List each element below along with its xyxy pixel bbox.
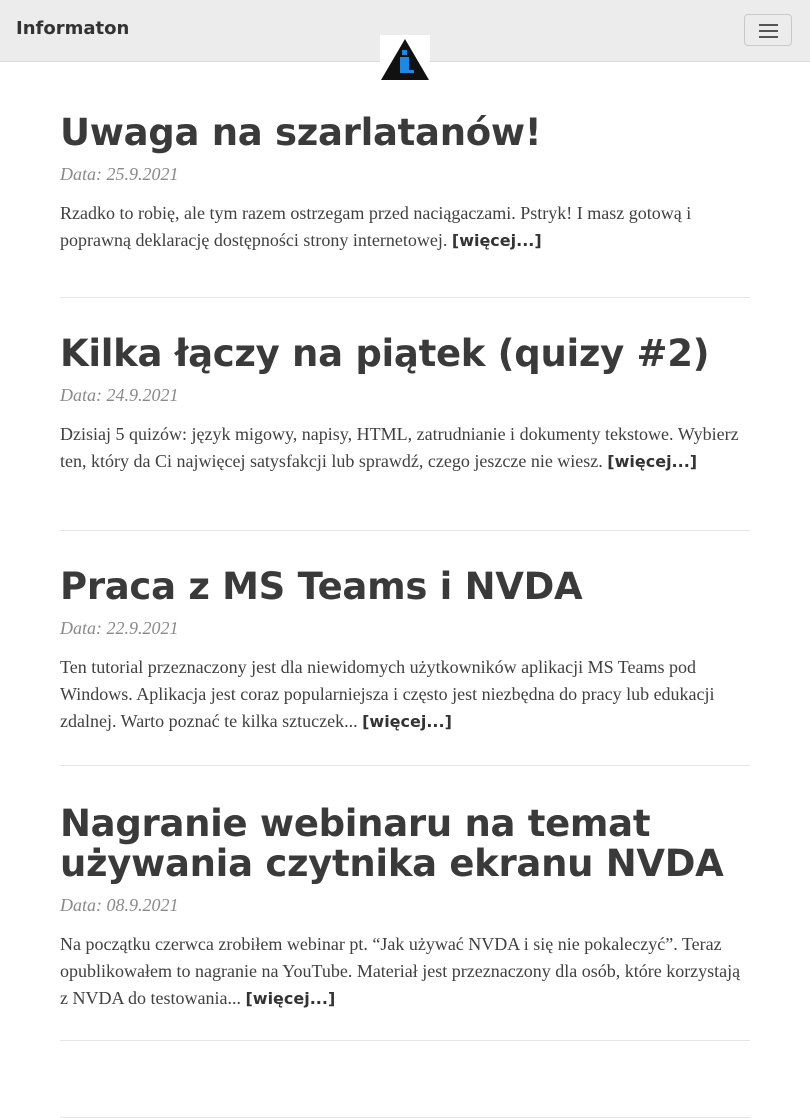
post-date: Data: 25.9.2021 <box>60 164 179 184</box>
menu-toggle-button[interactable] <box>744 14 792 46</box>
post-excerpt-container: Ten tutorial przeznaczony jest dla niewi… <box>60 654 750 735</box>
read-more-link[interactable]: [więcej...] <box>452 231 542 250</box>
read-more-link[interactable]: [więcej...] <box>362 712 452 731</box>
read-more-link[interactable]: [więcej...] <box>245 989 335 1008</box>
post-item: Uwaga na szarlatanów! Data: 25.9.2021 Rz… <box>60 105 750 298</box>
post-list: Uwaga na szarlatanów! Data: 25.9.2021 Rz… <box>60 105 750 1118</box>
post-title[interactable]: Praca z MS Teams i NVDA <box>60 567 750 607</box>
post-date: Data: 24.9.2021 <box>60 385 179 405</box>
post-item: Kilka łączy na piątek (quizy #2) Data: 2… <box>60 298 750 531</box>
site-logo[interactable] <box>380 35 430 81</box>
post-date: Data: 22.9.2021 <box>60 618 179 638</box>
post-item: Nagranie webinaru na temat używania czyt… <box>60 766 750 1041</box>
post-excerpt-container: Dzisiaj 5 quizów: język migowy, napisy, … <box>60 421 750 475</box>
info-triangle-logo-icon <box>381 39 429 80</box>
post-title[interactable]: Nagranie webinaru na temat używania czyt… <box>60 804 750 884</box>
post-title[interactable]: Kilka łączy na piątek (quizy #2) <box>60 334 750 374</box>
post-excerpt-container: Rzadko to robię, ale tym razem ostrzegam… <box>60 200 750 254</box>
post-item: Praca z MS Teams i NVDA Data: 22.9.2021 … <box>60 531 750 766</box>
post-excerpt: Rzadko to robię, ale tym razem ostrzegam… <box>60 203 692 250</box>
post-title[interactable]: Uwaga na szarlatanów! <box>60 113 750 153</box>
read-more-link[interactable]: [więcej...] <box>607 452 697 471</box>
post-excerpt: Na początku czerwca zrobiłem webinar pt.… <box>60 934 741 1008</box>
post-date: Data: 08.9.2021 <box>60 895 179 915</box>
post-excerpt-container: Na początku czerwca zrobiłem webinar pt.… <box>60 931 750 1012</box>
brand-link[interactable]: Informaton <box>16 18 129 39</box>
